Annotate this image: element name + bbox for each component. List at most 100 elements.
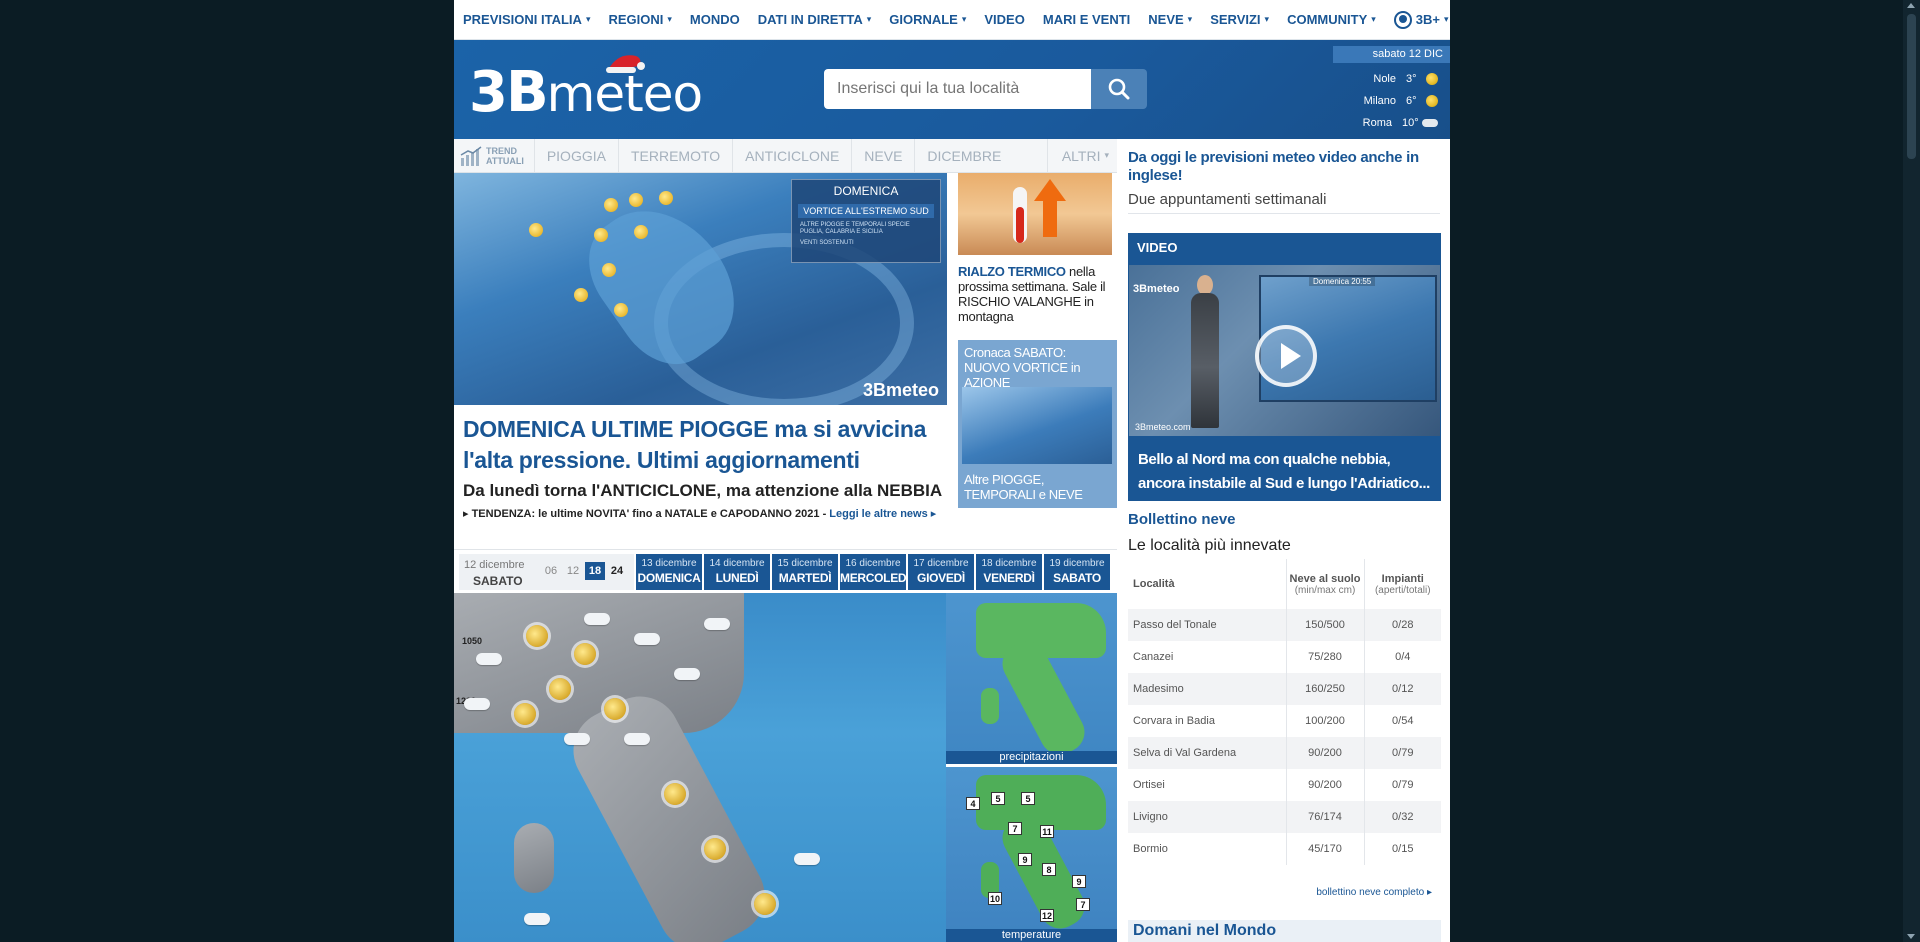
cell-location: Bormio: [1128, 833, 1287, 865]
hour-24[interactable]: 24: [607, 562, 627, 580]
today-name: SABATO: [473, 574, 523, 588]
trend-label-line2: ATTUALI: [486, 155, 524, 166]
sun-icon: [514, 703, 536, 725]
day-tab-19[interactable]: 19 dicembre SABATO: [1044, 554, 1111, 590]
city-weather-nole[interactable]: Nole 3°: [1373, 73, 1438, 85]
day-tab-17[interactable]: 17 dicembre GIOVEDÌ: [908, 554, 975, 590]
video-caption[interactable]: Bello al Nord ma con qualche nebbia, anc…: [1138, 448, 1434, 496]
table-row[interactable]: Bormio 45/170 0/15: [1128, 833, 1441, 865]
sun-icon: [614, 303, 628, 317]
video-box-title: VIDEO: [1137, 240, 1178, 255]
search-button[interactable]: [1091, 69, 1147, 109]
trend-dicembre[interactable]: DICEMBRE: [915, 139, 1013, 172]
table-row[interactable]: Madesimo 160/250 0/12: [1128, 673, 1441, 705]
presenter: [1191, 293, 1219, 428]
scroll-up-icon[interactable]: [1907, 3, 1915, 8]
nav-neve[interactable]: NEVE ▾: [1148, 12, 1192, 27]
overlay-title: DOMENICA: [833, 184, 899, 198]
hour-18[interactable]: 18: [585, 562, 605, 580]
nav-video[interactable]: VIDEO: [984, 12, 1024, 27]
trend-pioggia[interactable]: PIOGGIA: [535, 139, 619, 172]
temp-marker: 12: [1040, 909, 1054, 922]
table-row[interactable]: Canazei 75/280 0/4: [1128, 641, 1441, 673]
user-icon: [1393, 10, 1412, 29]
site-logo[interactable]: 3B meteo: [469, 60, 703, 125]
scroll-down-icon[interactable]: [1907, 934, 1915, 939]
chevron-down-icon: ▾: [1187, 14, 1193, 24]
main-headline[interactable]: DOMENICA ULTIME PIOGGE ma si avvicina l'…: [463, 414, 933, 476]
hour-06[interactable]: 06: [541, 562, 561, 580]
video-url: 3Bmeteo.com: [1135, 422, 1191, 432]
day-tab-18[interactable]: 18 dicembre VENERDÌ: [976, 554, 1043, 590]
snow-bulletin-full-link[interactable]: bollettino neve completo ▸: [1316, 887, 1432, 898]
more-news-link[interactable]: Leggi le altre news: [829, 508, 927, 520]
chevron-down-icon: ▾: [1104, 150, 1109, 160]
video-date-overlay: Domenica 20:55: [1309, 277, 1376, 286]
video-player[interactable]: Domenica 20:55 3Bmeteo 3Bmeteo.com: [1129, 265, 1440, 436]
temp-marker: 7: [1008, 822, 1022, 835]
page-scrollbar[interactable]: [1903, 0, 1920, 942]
sun-icon: [754, 893, 776, 915]
sun-icon: [704, 838, 726, 860]
world-tomorrow-title[interactable]: Domani nel Mondo: [1128, 920, 1441, 942]
cell-location: Ortisei: [1128, 769, 1287, 801]
video-english-headline[interactable]: Da oggi le previsioni meteo video anche …: [1128, 149, 1428, 185]
day-tab-13[interactable]: 13 dicembre DOMENICA: [636, 554, 703, 590]
cell-lifts: 0/54: [1392, 715, 1414, 727]
cloud-icon: [674, 668, 700, 680]
cloud-icon: [524, 913, 550, 925]
nav-mari-e-venti[interactable]: MARI E VENTI: [1043, 12, 1130, 27]
chevron-down-icon: ▾: [1264, 14, 1270, 24]
tendency-line: ▸ TENDENZA: le ultime NOVITA' fino a NAT…: [463, 507, 936, 520]
trend-terremoto[interactable]: TERREMOTO: [619, 139, 734, 172]
main-story-image[interactable]: DOMENICA VORTICE ALL'ESTREMO SUD ALTRE P…: [454, 173, 947, 405]
nav-community[interactable]: COMMUNITY ▾: [1287, 12, 1376, 27]
sun-icon: [1426, 73, 1438, 85]
italy-forecast-map[interactable]: 1050 1200: [454, 593, 946, 942]
search-input[interactable]: [824, 69, 1091, 109]
cell-snow: 100/200: [1286, 705, 1365, 737]
table-row[interactable]: Ortisei 90/200 0/79: [1128, 769, 1441, 801]
nav-mondo[interactable]: MONDO: [690, 12, 740, 27]
side-story-1-image[interactable]: [958, 173, 1112, 255]
nav-dati-in-diretta[interactable]: DATI IN DIRETTA ▾: [758, 12, 871, 27]
day-tab-14[interactable]: 14 dicembre LUNEDÌ: [704, 554, 771, 590]
day-tab-15[interactable]: 15 dicembre MARTEDÌ: [772, 554, 839, 590]
user-menu[interactable]: 3B+ ▾: [1393, 10, 1449, 29]
precipitation-map[interactable]: precipitazioni: [946, 593, 1117, 764]
table-row[interactable]: Selva di Val Gardena 90/200 0/79: [1128, 737, 1441, 769]
nav-servizi[interactable]: SERVIZI ▾: [1210, 12, 1269, 27]
table-row[interactable]: Corvara in Badia 100/200 0/54: [1128, 705, 1441, 737]
city-weather-roma[interactable]: Roma 10°: [1363, 117, 1438, 129]
sun-icon: [602, 263, 616, 277]
tendency-text[interactable]: TENDENZA: le ultime NOVITA' fino a NATAL…: [472, 508, 827, 520]
nav-regioni[interactable]: REGIONI ▾: [608, 12, 671, 27]
main-subheadline[interactable]: Da lunedì torna l'ANTICICLONE, ma attenz…: [463, 481, 942, 501]
side-story-1-text[interactable]: RIALZO TERMICO nella prossima settimana.…: [958, 264, 1108, 324]
cell-location: Canazei: [1128, 641, 1287, 673]
snow-bulletin-title[interactable]: Bollettino neve: [1128, 511, 1236, 528]
nav-giornale[interactable]: GIORNALE ▾: [889, 12, 966, 27]
trend-altri-dropdown[interactable]: ALTRI ▾: [1046, 139, 1117, 172]
nav-previsioni-italia[interactable]: PREVISIONI ITALIA ▾: [463, 12, 590, 27]
table-row[interactable]: Passo del Tonale 150/500 0/28: [1128, 609, 1441, 641]
map-land-corsica: [514, 823, 554, 893]
sun-icon: [629, 193, 643, 207]
sun-icon: [664, 783, 686, 805]
day-tab-16[interactable]: 16 dicembre MERCOLEDÌ: [840, 554, 910, 590]
scrollbar-thumb[interactable]: [1907, 14, 1916, 159]
current-date: sabato 12 DIC: [1333, 46, 1450, 63]
side-story-2[interactable]: Cronaca SABATO: NUOVO VORTICE in AZIONE …: [958, 340, 1117, 508]
city-weather-milano[interactable]: Milano 6°: [1364, 95, 1438, 107]
overlay-note: ALTRE PIOGGE E TEMPORALI SPECIE PUGLIA, …: [800, 222, 910, 235]
hour-12[interactable]: 12: [563, 562, 583, 580]
trend-anticiclone[interactable]: ANTICICLONE: [733, 139, 853, 172]
video-box[interactable]: VIDEO Domenica 20:55 3Bmeteo 3Bmeteo.com…: [1128, 233, 1441, 501]
play-icon[interactable]: [1255, 325, 1317, 387]
table-row[interactable]: Livigno 76/174 0/32: [1128, 801, 1441, 833]
search-bar: [824, 69, 1147, 109]
trend-neve[interactable]: NEVE: [852, 139, 916, 172]
sun-icon: [604, 198, 618, 212]
temperature-map[interactable]: 4 5 5 7 11 9 8 9 7 10 12 temperature: [946, 767, 1117, 942]
caret-right-icon: ▸: [927, 508, 937, 520]
